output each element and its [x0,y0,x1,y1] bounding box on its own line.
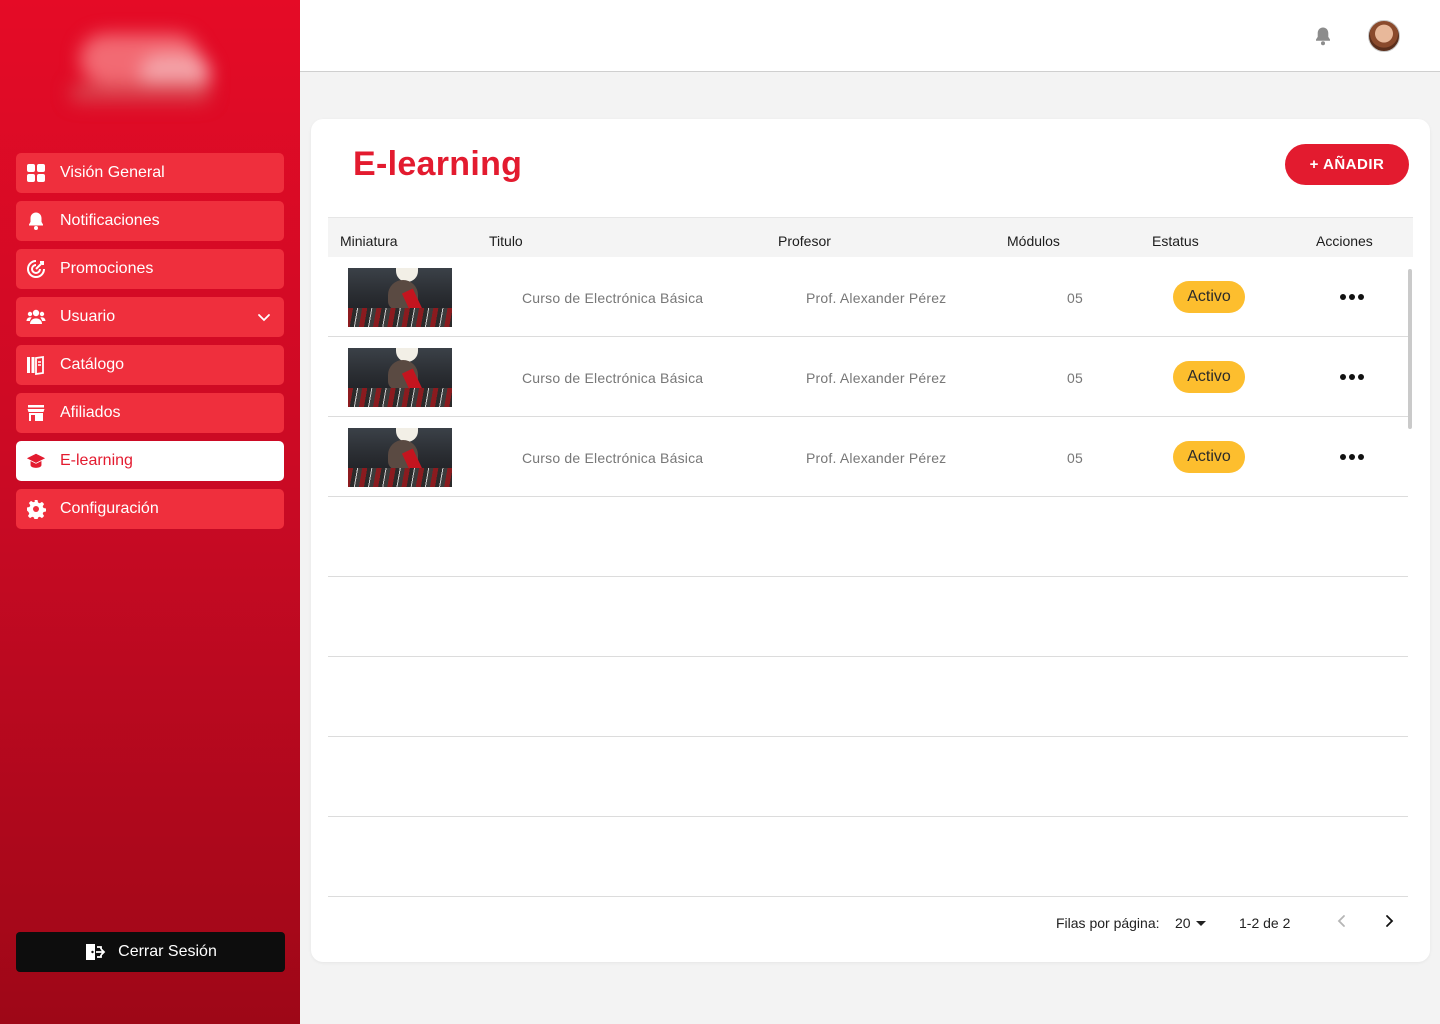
target-icon [26,259,46,279]
more-actions-icon[interactable] [1340,287,1364,307]
empty-row [328,817,1408,897]
sidebar-item-label: Visión General [60,164,165,181]
table-row[interactable]: Curso de Electrónica Básica Prof. Alexan… [328,417,1408,497]
sidebar-item-afiliados[interactable]: Afiliados [16,393,284,433]
chevron-down-icon[interactable] [256,309,272,325]
course-teacher: Prof. Alexander Pérez [806,370,947,386]
rows-per-page-value: 20 [1175,915,1191,931]
empty-row [328,737,1408,817]
course-modules: 05 [1067,370,1083,386]
more-actions-icon[interactable] [1340,447,1364,467]
caret-down-icon [1195,920,1206,926]
sidebar-item-usuario[interactable]: Usuario [16,297,284,337]
chevron-left-icon[interactable] [1335,913,1349,929]
table-header: Miniatura Titulo Profesor Módulos Estatu… [328,217,1413,257]
more-actions-icon[interactable] [1340,367,1364,387]
page-title: E-learning [353,145,523,183]
graduation-cap-icon [26,451,46,471]
sidebar: Visión General Notificaciones Promocione… [0,0,300,1024]
sidebar-item-label: Usuario [60,308,116,325]
grid-icon [26,163,46,183]
empty-row [328,577,1408,657]
elearning-card: E-learning + AÑADIR Miniatura Titulo Pro… [311,119,1430,962]
status-badge: Activo [1173,281,1245,313]
sidebar-item-catalogo[interactable]: Catálogo [16,345,284,385]
course-teacher: Prof. Alexander Pérez [806,450,947,466]
users-icon [26,307,46,327]
bell-icon [26,211,46,231]
table-scrollbar[interactable] [1408,269,1412,429]
chevron-right-icon[interactable] [1382,913,1396,929]
top-bar [300,0,1440,72]
sidebar-item-e-learning[interactable]: E-learning [16,441,284,481]
column-header-modules[interactable]: Módulos [1007,233,1060,249]
pagination-range: 1-2 de 2 [1239,915,1291,931]
table-row[interactable]: Curso de Electrónica Básica Prof. Alexan… [328,257,1408,337]
sidebar-item-promociones[interactable]: Promociones [16,249,284,289]
column-header-thumbnail[interactable]: Miniatura [340,233,398,249]
sidebar-item-label: Notificaciones [60,212,160,229]
rows-per-page-select[interactable]: 20 [1175,915,1206,931]
column-header-actions: Acciones [1316,233,1373,249]
column-header-status[interactable]: Estatus [1152,233,1199,249]
sidebar-item-label: Catálogo [60,356,125,373]
column-header-title[interactable]: Titulo [489,233,523,249]
course-modules: 05 [1067,290,1083,306]
course-title: Curso de Electrónica Básica [522,450,704,466]
sidebar-item-configuracion[interactable]: Configuración [16,489,284,529]
logout-icon [84,941,106,963]
sidebar-item-label: E-learning [60,452,133,469]
table-body: Curso de Electrónica Básica Prof. Alexan… [328,257,1408,897]
bell-icon[interactable] [1312,25,1334,47]
empty-row [328,657,1408,737]
course-title: Curso de Electrónica Básica [522,370,704,386]
course-teacher: Prof. Alexander Pérez [806,290,947,306]
brand-logo [60,24,220,114]
sidebar-item-label: Configuración [60,500,159,517]
logout-button[interactable]: Cerrar Sesión [16,932,285,972]
column-header-teacher[interactable]: Profesor [778,233,831,249]
gear-icon [26,499,46,519]
course-thumbnail [348,268,452,327]
store-icon [26,403,46,423]
empty-row [328,497,1408,577]
course-thumbnail [348,428,452,487]
catalog-icon [26,355,46,375]
sidebar-item-label: Afiliados [60,404,121,421]
sidebar-item-notificaciones[interactable]: Notificaciones [16,201,284,241]
course-thumbnail [348,348,452,407]
rows-per-page-label: Filas por página: [1056,915,1160,931]
sidebar-item-vision-general[interactable]: Visión General [16,153,284,193]
course-modules: 05 [1067,450,1083,466]
status-badge: Activo [1173,361,1245,393]
table-row[interactable]: Curso de Electrónica Básica Prof. Alexan… [328,337,1408,417]
sidebar-nav: Visión General Notificaciones Promocione… [16,153,284,537]
pagination: Filas por página: 20 1-2 de 2 [311,899,1430,939]
logout-label: Cerrar Sesión [118,943,217,960]
avatar[interactable] [1368,20,1400,52]
status-badge: Activo [1173,441,1245,473]
sidebar-item-label: Promociones [60,260,154,277]
add-course-button[interactable]: + AÑADIR [1285,144,1409,185]
course-title: Curso de Electrónica Básica [522,290,704,306]
